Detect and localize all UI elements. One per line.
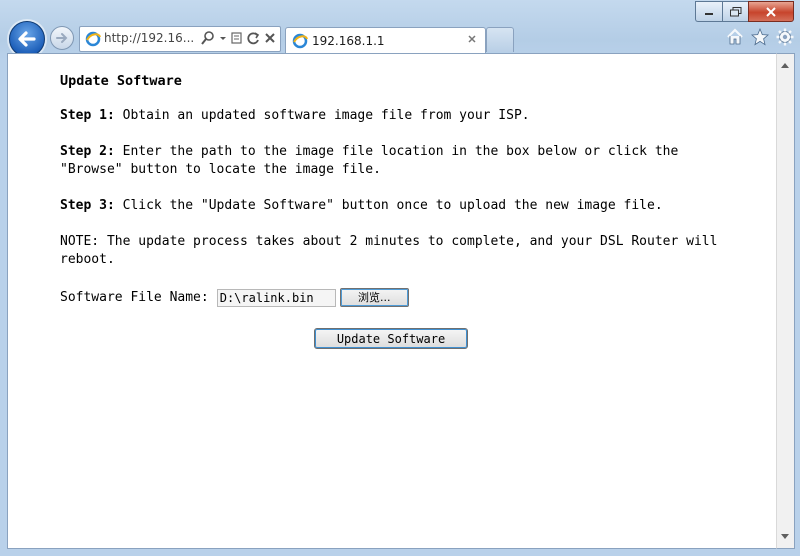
close-window-button[interactable] [748, 1, 794, 22]
step-1: Step 1: Obtain an updated software image… [60, 107, 530, 125]
scroll-down-arrow[interactable] [781, 534, 789, 539]
file-row: Software File Name: D:\ralink.bin 浏览... [60, 288, 409, 307]
settings-icon[interactable] [776, 28, 794, 50]
browser-tools [726, 27, 794, 50]
address-tools [201, 30, 276, 49]
home-icon[interactable] [726, 28, 744, 50]
address-text[interactable]: http://192.16... [104, 31, 194, 45]
browser-window: http://192.16... 192.168.1.1 Update Soft… [0, 0, 800, 556]
back-icon [18, 31, 36, 47]
minimize-icon [705, 12, 713, 15]
step-3-label: Step 3: [60, 198, 115, 213]
step-2-text: Enter the path to the image file locatio… [60, 144, 679, 177]
refresh-icon[interactable] [247, 30, 260, 49]
update-software-button[interactable]: Update Software [314, 328, 468, 349]
step-1-text: Obtain an updated software image file fr… [114, 108, 530, 123]
step-3: Step 3: Click the "Update Software" butt… [60, 197, 663, 215]
dropdown-icon[interactable] [219, 30, 227, 49]
step-2-label: Step 2: [60, 144, 115, 159]
window-controls [695, 1, 794, 22]
browse-button[interactable]: 浏览... [339, 288, 409, 307]
compat-icon[interactable] [231, 30, 243, 49]
vertical-scrollbar[interactable] [776, 53, 795, 549]
step-2: Step 2: Enter the path to the image file… [60, 143, 720, 179]
step-1-label: Step 1: [60, 108, 115, 123]
address-bar[interactable]: http://192.16... [79, 26, 281, 52]
file-name-input[interactable]: D:\ralink.bin [216, 288, 336, 307]
scroll-up-arrow[interactable] [781, 63, 789, 68]
maximize-button[interactable] [722, 1, 748, 22]
file-label: Software File Name: [60, 289, 209, 305]
stop-icon[interactable] [264, 30, 276, 49]
page-title: Update Software [60, 73, 182, 89]
close-icon [766, 6, 776, 17]
note: NOTE: The update process takes about 2 m… [60, 234, 718, 267]
forward-button[interactable] [50, 26, 74, 50]
favorites-icon[interactable] [751, 27, 769, 50]
close-tab-icon[interactable] [466, 33, 478, 45]
page-content: Update Software Step 1: Obtain an update… [60, 72, 760, 349]
new-tab-button[interactable] [486, 27, 514, 52]
back-button[interactable] [9, 21, 45, 57]
tab-active[interactable]: 192.168.1.1 [285, 27, 486, 54]
minimize-button[interactable] [695, 1, 722, 22]
restore-icon [729, 6, 741, 16]
step-3-text: Click the "Update Software" button once … [114, 198, 663, 213]
search-icon[interactable] [201, 30, 215, 49]
tab-title: 192.168.1.1 [312, 34, 385, 48]
ie-icon [292, 33, 308, 49]
ie-icon [85, 31, 101, 47]
forward-icon [56, 33, 68, 43]
